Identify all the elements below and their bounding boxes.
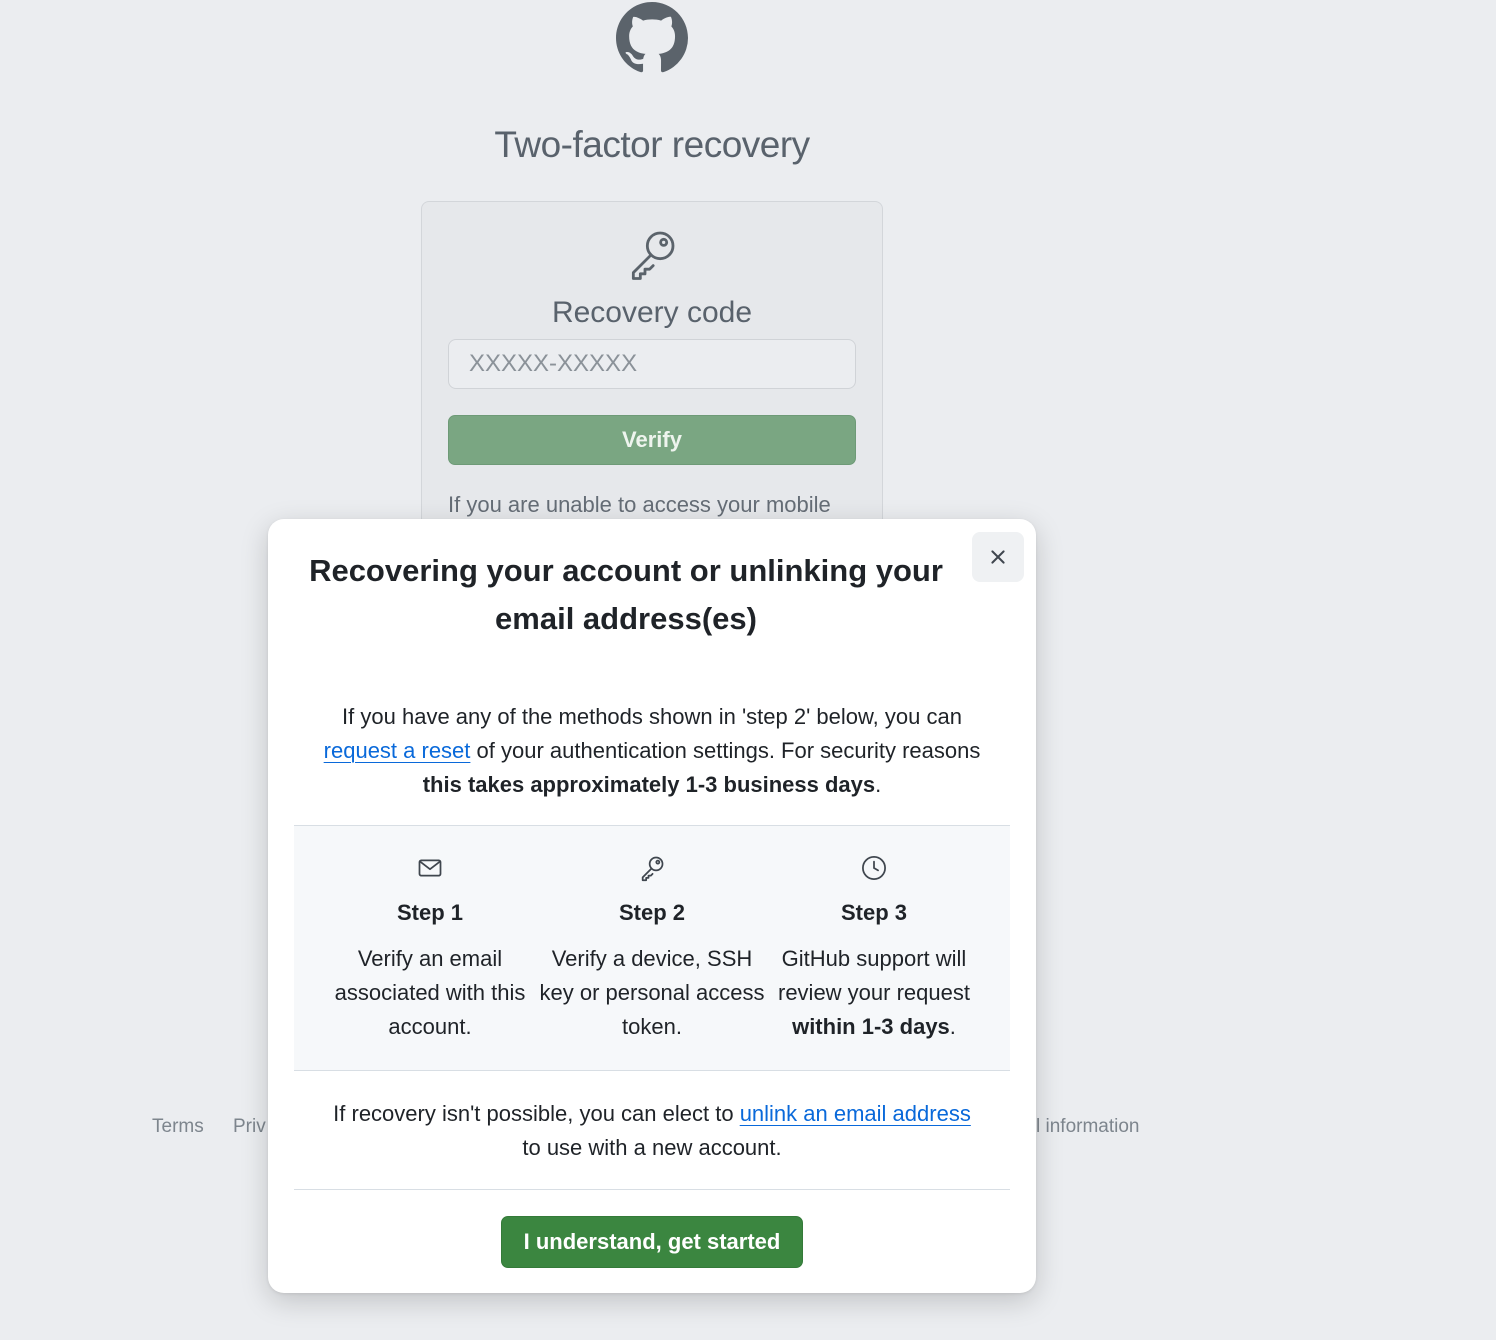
mail-icon — [416, 854, 444, 882]
step-period: . — [949, 1014, 956, 1039]
step-description-text: GitHub support will review your request — [778, 946, 970, 1005]
footer-terms-link[interactable]: Terms — [152, 1116, 204, 1138]
recovery-dialog: Recovering your account or unlinking you… — [268, 519, 1036, 1293]
unlink-pre: If recovery isn't possible, you can elec… — [333, 1101, 734, 1126]
two-factor-recovery-page: Two-factor recovery Recovery code Verify… — [0, 0, 1496, 1340]
recovery-code-title: Recovery code — [551, 296, 753, 329]
request-reset-link[interactable]: request a reset — [324, 738, 471, 763]
footer-privacy-link[interactable]: Priv — [233, 1116, 266, 1138]
steps-panel: Step 1 Verify an email associated with t… — [294, 825, 1010, 1071]
recovery-code-input[interactable] — [448, 339, 856, 389]
step-description: Verify a device, SSH key or personal acc… — [539, 946, 765, 1039]
verify-button[interactable]: Verify — [448, 415, 856, 465]
close-icon — [991, 550, 1005, 564]
step-title: Step 3 — [840, 900, 908, 925]
unlink-text: If recovery isn't possible, you can elec… — [328, 1097, 976, 1165]
intro-text: If you have any of the methods shown in … — [342, 704, 962, 729]
clock-icon — [860, 854, 888, 882]
key-icon — [624, 226, 680, 282]
footer-information-link[interactable]: l information — [1036, 1116, 1140, 1138]
close-button[interactable] — [972, 532, 1024, 582]
unlink-email-link[interactable]: unlink an email address — [740, 1101, 971, 1126]
get-started-button[interactable]: I understand, get started — [501, 1216, 803, 1268]
dialog-title: Recovering your account or unlinking you… — [309, 553, 943, 636]
intro-duration: this takes approximately 1-3 business da… — [422, 772, 876, 797]
intro-text-2: of your authentication settings. For sec… — [476, 738, 981, 763]
step-description: GitHub support will review your request … — [756, 942, 992, 1044]
step-1: Step 1 Verify an email associated with t… — [312, 826, 548, 1044]
step-title: Step 1 — [396, 900, 464, 925]
key-icon — [638, 854, 666, 882]
step-description: Verify an email associated with this acc… — [334, 946, 526, 1039]
dialog-intro: If you have any of the methods shown in … — [308, 700, 996, 802]
step-duration: within 1-3 days — [792, 1014, 950, 1039]
github-logo-icon[interactable] — [616, 2, 688, 74]
help-text: If you are unable to access your mobile — [448, 492, 831, 517]
intro-period: . — [875, 772, 882, 797]
step-3: Step 3 GitHub support will review your r… — [756, 826, 992, 1044]
page-title: Two-factor recovery — [494, 124, 810, 165]
divider — [294, 1189, 1010, 1190]
unlink-end: to use with a new account. — [522, 1135, 782, 1160]
step-2: Step 2 Verify a device, SSH key or perso… — [534, 826, 770, 1044]
step-title: Step 2 — [618, 900, 686, 925]
